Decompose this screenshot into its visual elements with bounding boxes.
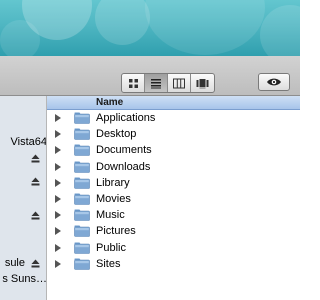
disclosure-triangle-icon[interactable] [55, 211, 61, 220]
disclosure-triangle-icon[interactable] [55, 227, 61, 236]
sidebar-item-label: s Suns… [2, 273, 47, 285]
cover-flow-icon [196, 78, 209, 88]
file-list: Applications Desktop Documents Downloads Lib… [47, 110, 300, 272]
column-view-icon [173, 78, 185, 88]
list-item[interactable]: Music [47, 207, 300, 223]
list-view-button[interactable] [145, 74, 168, 92]
wallpaper-bubble [145, 0, 265, 55]
list-item[interactable]: Applications [47, 110, 300, 126]
file-name: Public [96, 241, 126, 254]
folder-icon [74, 177, 90, 189]
folder-icon [74, 225, 90, 238]
list-item[interactable]: Downloads [47, 159, 300, 175]
file-name: Library [96, 176, 130, 189]
list-item[interactable]: Sites [47, 256, 300, 272]
quicklook-button[interactable] [258, 73, 290, 91]
cover-flow-view-button[interactable] [191, 74, 214, 92]
list-item[interactable]: Pictures [47, 223, 300, 239]
eject-icon[interactable] [31, 177, 40, 186]
disclosure-triangle-icon[interactable] [55, 130, 61, 139]
list-item[interactable]: Movies [47, 191, 300, 207]
name-column-header[interactable]: Name [96, 97, 123, 108]
list-item[interactable]: Documents [47, 142, 300, 158]
folder-icon [74, 209, 90, 221]
file-name: Sites [96, 257, 121, 270]
view-mode-segmented-control [121, 73, 215, 93]
folder-icon [74, 258, 90, 270]
list-column-header[interactable]: Name [47, 96, 300, 110]
screen: Vista64 sule s Suns… Name Applications D… [0, 0, 300, 300]
wallpaper-bubble [95, 0, 150, 45]
folder-icon [74, 161, 90, 173]
finder-window: Vista64 sule s Suns… Name Applications D… [0, 56, 300, 300]
folder-icon [74, 112, 90, 124]
file-name: Downloads [96, 160, 151, 173]
finder-toolbar [0, 56, 300, 96]
folder-icon [74, 242, 90, 254]
file-name: Pictures [96, 225, 136, 238]
eject-icon[interactable] [31, 211, 40, 220]
file-name: Music [96, 209, 125, 222]
wallpaper-bubble [0, 20, 40, 56]
disclosure-triangle-icon[interactable] [55, 194, 61, 203]
file-name: Applications [96, 112, 156, 124]
icon-view-icon [128, 78, 138, 88]
disclosure-triangle-icon[interactable] [55, 178, 61, 187]
list-item[interactable]: Desktop [47, 126, 300, 142]
sidebar-device-item[interactable] [0, 206, 46, 224]
disclosure-triangle-icon[interactable] [55, 114, 61, 122]
desktop-wallpaper [0, 0, 300, 56]
icon-view-button[interactable] [122, 74, 145, 92]
disclosure-triangle-icon[interactable] [55, 162, 61, 171]
file-name: Documents [96, 144, 152, 157]
disclosure-triangle-icon[interactable] [55, 243, 61, 252]
folder-icon [74, 128, 90, 140]
sidebar-device-item[interactable]: s Suns… [0, 270, 47, 288]
disclosure-triangle-icon[interactable] [55, 259, 61, 268]
file-name: Desktop [96, 128, 137, 141]
list-view-icon [151, 78, 161, 88]
disclosure-triangle-icon[interactable] [55, 146, 61, 155]
list-item[interactable]: Public [47, 240, 300, 256]
folder-icon [74, 193, 90, 205]
file-name: Movies [96, 192, 131, 205]
sidebar: Vista64 sule s Suns… [0, 96, 47, 300]
column-view-button[interactable] [168, 74, 191, 92]
folder-icon [74, 144, 90, 157]
wallpaper-bubble [260, 5, 300, 56]
eject-icon[interactable] [31, 154, 40, 163]
list-item[interactable]: Library [47, 175, 300, 191]
eye-icon [267, 78, 281, 86]
sidebar-device-item[interactable] [0, 149, 46, 167]
eject-icon[interactable] [31, 259, 40, 268]
sidebar-device-item[interactable] [0, 172, 46, 190]
